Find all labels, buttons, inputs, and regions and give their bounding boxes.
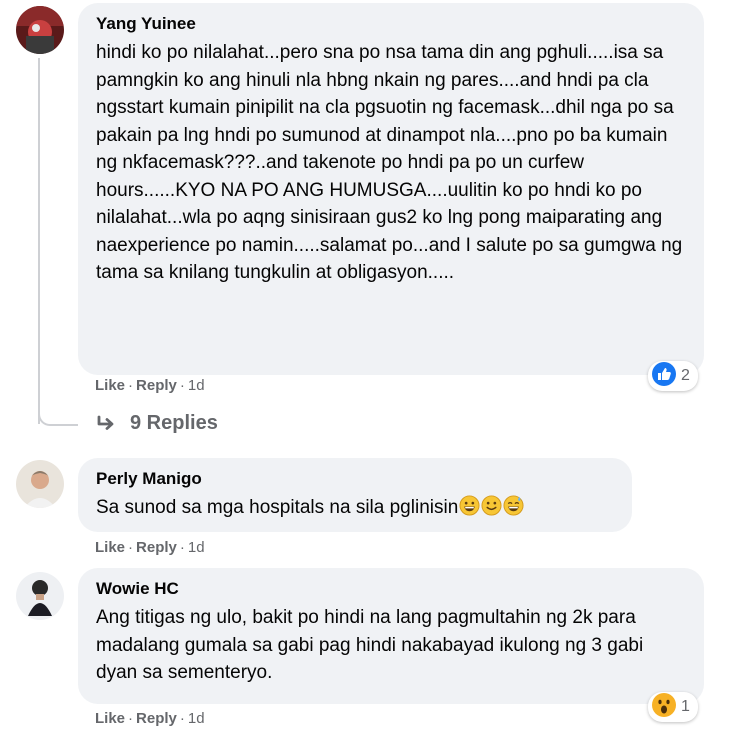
comment-actions: Like · Reply · 1d: [95, 377, 205, 394]
separator-dot: ·: [179, 377, 185, 394]
comment-author[interactable]: Yang Yuinee: [96, 13, 686, 35]
avatar[interactable]: [16, 572, 64, 620]
separator-dot: ·: [128, 377, 134, 394]
reaction-badge[interactable]: 1: [648, 692, 698, 722]
comment-text: hindi ko po nilalahat...pero sna po nsa …: [96, 42, 683, 283]
like-button[interactable]: Like: [95, 377, 125, 394]
grinning-sweat-face-icon: [503, 495, 524, 525]
view-replies-link[interactable]: 9 Replies: [96, 412, 218, 435]
like-button[interactable]: Like: [95, 539, 125, 556]
timestamp[interactable]: 1d: [188, 377, 205, 394]
avatar-image: [16, 572, 64, 620]
wow-reaction-icon: [652, 692, 676, 722]
replies-count-label[interactable]: 9 Replies: [130, 412, 218, 435]
comment-author[interactable]: Wowie HC: [96, 578, 686, 600]
reaction-count: 2: [681, 367, 690, 384]
comment-actions: Like · Reply · 1d: [95, 539, 205, 556]
comment-actions: Like · Reply · 1d: [95, 710, 205, 727]
avatar[interactable]: [16, 460, 64, 508]
comment-thread-line: [38, 58, 40, 424]
separator-dot: ·: [128, 539, 134, 556]
separator-dot: ·: [128, 710, 134, 727]
separator-dot: ·: [179, 539, 185, 556]
grinning-face-icon: [459, 495, 480, 525]
avatar-image: [16, 460, 64, 508]
reply-button[interactable]: Reply: [136, 377, 177, 394]
avatar-image: [16, 6, 64, 54]
reaction-badge[interactable]: 2: [648, 361, 698, 391]
comment-text-content: Sa sunod sa mga hospitals na sila pglini…: [96, 497, 459, 518]
avatar[interactable]: [16, 6, 64, 54]
timestamp[interactable]: 1d: [188, 710, 205, 727]
timestamp[interactable]: 1d: [188, 539, 205, 556]
like-button[interactable]: Like: [95, 710, 125, 727]
reply-thread-elbow: [38, 404, 78, 426]
comment-text: Sa sunod sa mga hospitals na sila pglini…: [96, 494, 614, 525]
comment-text: Ang titigas ng ulo, bakit po hindi na la…: [96, 607, 644, 683]
reaction-count: 1: [681, 698, 690, 715]
comment-author[interactable]: Perly Manigo: [96, 468, 614, 490]
reply-button[interactable]: Reply: [136, 710, 177, 727]
like-reaction-icon: [652, 361, 676, 391]
comment-bubble: Yang Yuinee hindi ko po nilalahat...pero…: [78, 3, 704, 375]
slightly-smiling-face-icon: [481, 495, 502, 525]
reply-arrow-icon: [97, 415, 114, 430]
separator-dot: ·: [179, 710, 185, 727]
reply-button[interactable]: Reply: [136, 539, 177, 556]
comment-bubble: Wowie HC Ang titigas ng ulo, bakit po hi…: [78, 568, 704, 704]
comment-bubble: Perly Manigo Sa sunod sa mga hospitals n…: [78, 458, 632, 532]
